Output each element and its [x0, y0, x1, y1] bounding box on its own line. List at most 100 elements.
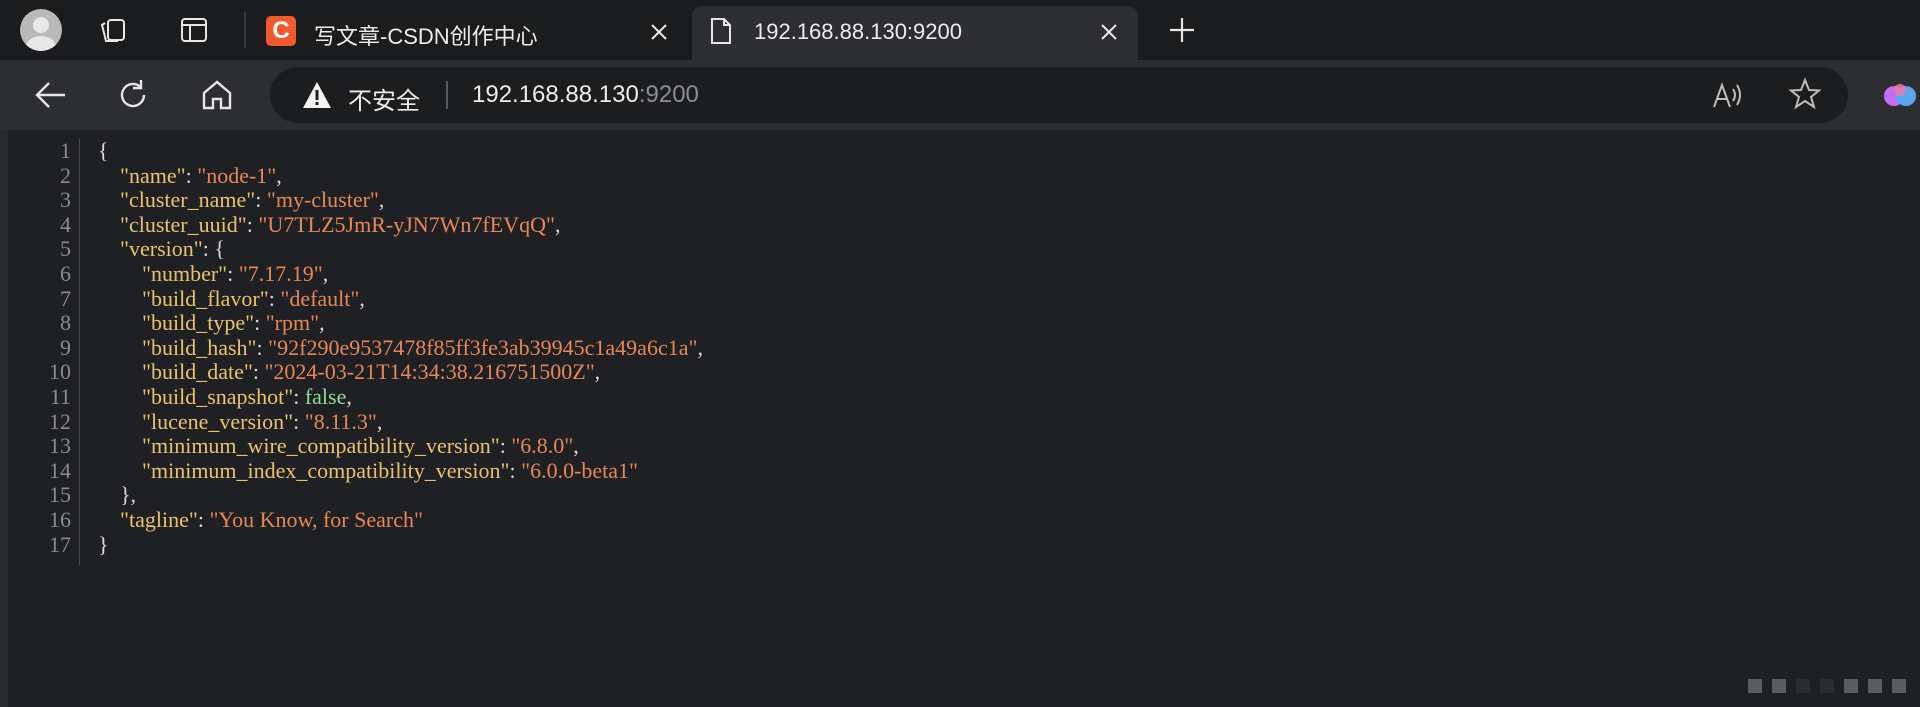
json-punctuation: :: [197, 506, 210, 532]
json-punctuation: :: [227, 260, 239, 286]
json-punctuation: [98, 187, 120, 212]
json-punctuation: :: [246, 211, 259, 237]
json-key: "build_flavor": [142, 285, 269, 311]
json-key: "minimum_wire_compatibility_version": [142, 433, 500, 459]
line-number: 13: [49, 433, 71, 459]
tab-actions-icon[interactable]: [176, 12, 212, 48]
tab-title: 192.168.88.130:9200: [754, 19, 962, 44]
json-punctuation: :: [256, 334, 269, 360]
tab-csdn[interactable]: C 写文章-CSDN创作中心: [252, 6, 688, 60]
json-string-value: "8.11.3": [304, 408, 377, 434]
json-punctuation: [98, 236, 120, 261]
json-line: "build_flavor": "default",: [98, 285, 703, 312]
json-line: {: [98, 138, 703, 164]
new-tab-icon[interactable]: [1162, 10, 1202, 50]
indicator-square: [1748, 679, 1762, 693]
line-number: 9: [60, 334, 71, 360]
close-tab-icon[interactable]: [644, 17, 674, 47]
json-punctuation: ,: [554, 211, 561, 237]
line-number: 6: [60, 260, 71, 286]
favorite-star-icon[interactable]: [1788, 77, 1824, 113]
json-punctuation: :: [254, 310, 266, 336]
json-punctuation: [98, 212, 120, 237]
json-punctuation: [98, 433, 142, 458]
line-number-gutter: 1 2 3 4 5 6 7 8 9 10 11 12 13 14 15 16 17: [10, 138, 80, 565]
json-punctuation: :: [293, 383, 305, 409]
json-punctuation: ,: [346, 383, 352, 409]
json-punctuation: : {: [202, 236, 225, 262]
close-tab-icon[interactable]: [1094, 17, 1124, 47]
line-number: 4: [60, 211, 71, 237]
collections-icon[interactable]: [96, 12, 132, 48]
json-punctuation: ,: [378, 187, 385, 213]
json-punctuation: ,: [376, 408, 383, 434]
json-line: "minimum_index_compatibility_version": "…: [98, 457, 703, 484]
json-string-value: "6.0.0-beta1": [521, 457, 639, 483]
json-punctuation: ,: [573, 433, 579, 459]
tab-elasticsearch[interactable]: 192.168.88.130:9200: [692, 6, 1138, 60]
line-number: 15: [49, 482, 71, 508]
url-host: 192.168.88.130: [472, 81, 639, 108]
page-document-icon: [706, 16, 736, 46]
line-number: 8: [60, 310, 71, 336]
json-punctuation: :: [185, 162, 198, 188]
json-string-value: "7.17.19": [238, 260, 323, 286]
json-key: "number": [142, 260, 228, 286]
read-aloud-icon[interactable]: [1710, 77, 1746, 113]
json-punctuation: [98, 409, 142, 434]
page-content: 1 2 3 4 5 6 7 8 9 10 11 12 13 14 15 16 17 { "name": "nod…: [0, 130, 1920, 707]
json-punctuation: :: [255, 187, 267, 213]
indicator-square: [1868, 679, 1882, 693]
url-text[interactable]: 192.168.88.130:9200: [472, 81, 699, 109]
line-number: 3: [60, 187, 71, 213]
copilot-icon[interactable]: [1882, 78, 1918, 114]
json-punctuation: :: [293, 408, 305, 434]
json-line: "tagline": "You Know, for Search": [98, 506, 703, 533]
json-punctuation: [98, 359, 142, 384]
line-number: 14: [49, 457, 71, 483]
json-punctuation: [98, 163, 120, 188]
json-source: { "name": "node-1", "cluster_name": "my-…: [98, 138, 703, 557]
json-punctuation: ,: [359, 285, 365, 311]
json-string-value: "2024-03-21T14:34:38.216751500Z": [264, 359, 595, 385]
json-string-value: "node-1": [197, 162, 277, 188]
json-key: "version": [120, 236, 203, 262]
json-line: "cluster_name": "my-cluster",: [98, 187, 703, 213]
json-line: "lucene_version": "8.11.3",: [98, 408, 703, 435]
json-punctuation: :: [499, 433, 512, 459]
json-key: "minimum_index_compatibility_version": [142, 457, 510, 483]
json-key: "build_type": [142, 310, 255, 336]
json-string-value: "default": [280, 285, 360, 311]
json-string-value: "You Know, for Search": [209, 506, 423, 532]
indicator-square: [1796, 679, 1810, 693]
profile-avatar-icon[interactable]: [20, 9, 62, 51]
json-punctuation: [98, 458, 142, 483]
indicator-square: [1844, 679, 1858, 693]
security-status-label[interactable]: 不安全: [348, 81, 420, 116]
json-key: "build_snapshot": [142, 383, 294, 409]
json-string-value: "6.8.0": [511, 433, 574, 459]
json-punctuation: ,: [276, 162, 282, 188]
line-number: 11: [49, 383, 71, 409]
json-key: "name": [120, 162, 186, 188]
tab-strip: C 写文章-CSDN创作中心 192.168.88.130:9200: [0, 0, 1920, 60]
line-number: 12: [49, 408, 71, 434]
back-arrow-icon[interactable]: [30, 74, 72, 116]
csdn-favicon-icon: C: [266, 16, 296, 46]
address-bar[interactable]: 不安全 192.168.88.130:9200: [270, 67, 1848, 123]
tab-title: 写文章-CSDN创作中心: [314, 24, 538, 49]
home-icon[interactable]: [196, 74, 238, 116]
line-number: 1: [60, 138, 71, 163]
json-key: "lucene_version": [142, 408, 294, 434]
json-punctuation: ,: [322, 260, 329, 286]
json-line: "minimum_wire_compatibility_version": "6…: [98, 433, 703, 459]
line-number: 16: [49, 506, 71, 532]
line-number: 2: [60, 162, 71, 188]
json-key: "build_date": [142, 359, 253, 385]
json-key: "cluster_uuid": [120, 211, 247, 237]
json-key: "build_hash": [142, 334, 257, 360]
json-string-value: "rpm": [265, 310, 320, 336]
not-secure-warning-icon[interactable]: [302, 81, 332, 109]
json-string-value: "my-cluster": [266, 187, 379, 213]
reload-icon[interactable]: [112, 74, 154, 116]
